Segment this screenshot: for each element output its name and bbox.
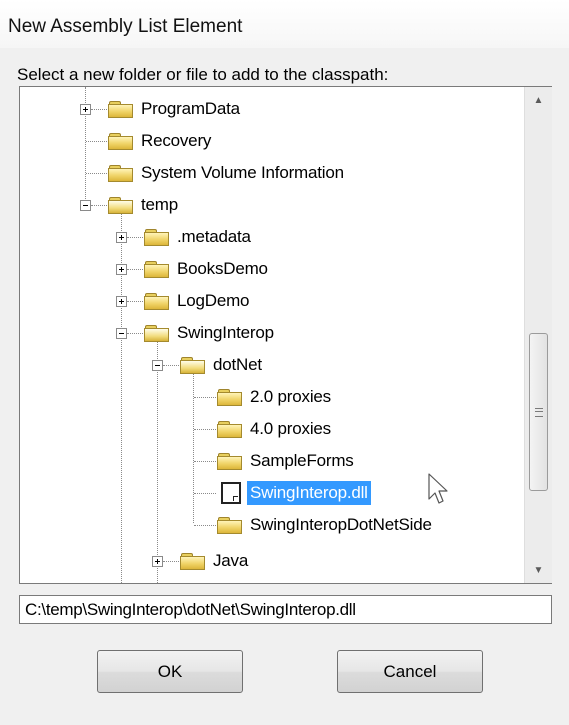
cancel-button[interactable]: Cancel (337, 650, 483, 693)
vertical-scrollbar[interactable]: ▲ ▼ (524, 87, 552, 583)
ok-button[interactable]: OK (97, 650, 243, 693)
path-field[interactable] (19, 595, 552, 624)
window-title: New Assembly List Element (8, 16, 243, 37)
expand-toggle[interactable] (116, 296, 127, 307)
tree-node-label: SwingInterop.dll (247, 481, 371, 505)
tree-node-swinginterop[interactable]: SwingInterop (144, 317, 277, 349)
folder-icon (144, 228, 170, 247)
expand-toggle[interactable] (116, 232, 127, 243)
open-folder-icon (180, 356, 206, 375)
tree-node-booksdemo[interactable]: BooksDemo (144, 253, 271, 285)
collapse-toggle[interactable] (152, 360, 163, 371)
folder-icon (108, 164, 134, 183)
tree-node-2-0-proxies[interactable]: 2.0 proxies (217, 381, 334, 413)
tree-node-recovery[interactable]: Recovery (108, 125, 214, 157)
folder-icon (180, 552, 206, 571)
expand-toggle[interactable] (152, 556, 163, 567)
tree-node-label: 4.0 proxies (250, 419, 331, 438)
scrollbar-thumb[interactable] (529, 333, 548, 491)
tree-node-metadata[interactable]: .metadata (144, 221, 254, 253)
instruction-label: Select a new folder or file to add to th… (17, 65, 389, 84)
expand-toggle[interactable] (116, 264, 127, 275)
tree-node-java[interactable]: Java (180, 545, 251, 577)
folder-icon (217, 516, 243, 535)
folder-tree[interactable]: ProgramData Recovery System Volume Infor… (19, 86, 552, 584)
scroll-up-icon[interactable]: ▲ (525, 87, 552, 113)
tree-node-logdemo[interactable]: LogDemo (144, 285, 252, 317)
tree-node-label: dotNet (213, 355, 262, 374)
tree-node-label: .metadata (177, 227, 251, 246)
collapse-toggle[interactable] (80, 200, 91, 211)
expand-toggle[interactable] (80, 104, 91, 115)
file-icon (221, 482, 241, 504)
tree-node-label: BooksDemo (177, 259, 268, 278)
tree-line (127, 301, 143, 302)
tree-node-system-volume-information[interactable]: System Volume Information (108, 157, 347, 189)
tree-node-dotnet[interactable]: dotNet (180, 349, 265, 381)
tree-line (163, 365, 179, 366)
open-folder-icon (144, 324, 170, 343)
collapse-toggle[interactable] (116, 328, 127, 339)
tree-line (91, 205, 107, 206)
tree-line (194, 525, 216, 526)
tree-node-label: temp (141, 195, 178, 214)
folder-icon (217, 388, 243, 407)
folder-icon (217, 420, 243, 439)
tree-node-label: ProgramData (141, 99, 240, 118)
tree-line (127, 237, 143, 238)
grip-icon (534, 407, 543, 417)
tree-node-swinginterop-dll[interactable]: SwingInterop.dll (217, 477, 371, 509)
folder-icon (108, 132, 134, 151)
open-folder-icon (108, 196, 134, 215)
tree-node-label: SwingInterop (177, 323, 274, 342)
tree-node-label: SwingInteropDotNetSide (250, 515, 432, 534)
tree-line (127, 269, 143, 270)
tree-node-label: Recovery (141, 131, 212, 150)
tree-node-label: Java (213, 551, 249, 570)
tree-line (127, 333, 143, 334)
folder-icon (144, 260, 170, 279)
tree-line (86, 141, 107, 142)
tree-node-programdata[interactable]: ProgramData (108, 93, 243, 125)
tree-line (157, 342, 158, 583)
tree-node-label: SampleForms (250, 451, 354, 470)
tree-node-swinginteropdotnetside[interactable]: SwingInteropDotNetSide (217, 509, 435, 541)
tree-line (91, 109, 107, 110)
tree-node-temp[interactable]: temp (108, 189, 181, 221)
tree-node-label: LogDemo (177, 291, 250, 310)
folder-icon (108, 100, 134, 119)
folder-icon (144, 292, 170, 311)
folder-icon (217, 452, 243, 471)
tree-line (163, 561, 179, 562)
title-bar: New Assembly List Element (0, 0, 569, 48)
tree-line (194, 461, 216, 462)
tree-node-label: System Volume Information (141, 163, 344, 182)
tree-line (194, 429, 216, 430)
tree-view: ProgramData Recovery System Volume Infor… (20, 87, 524, 583)
tree-line (194, 493, 216, 494)
tree-node-4-0-proxies[interactable]: 4.0 proxies (217, 413, 334, 445)
scroll-down-icon[interactable]: ▼ (525, 557, 552, 583)
tree-node-label: 2.0 proxies (250, 387, 331, 406)
tree-line (86, 173, 107, 174)
mouse-pointer-icon (428, 473, 448, 504)
tree-line (194, 397, 216, 398)
tree-node-sampleforms[interactable]: SampleForms (217, 445, 357, 477)
